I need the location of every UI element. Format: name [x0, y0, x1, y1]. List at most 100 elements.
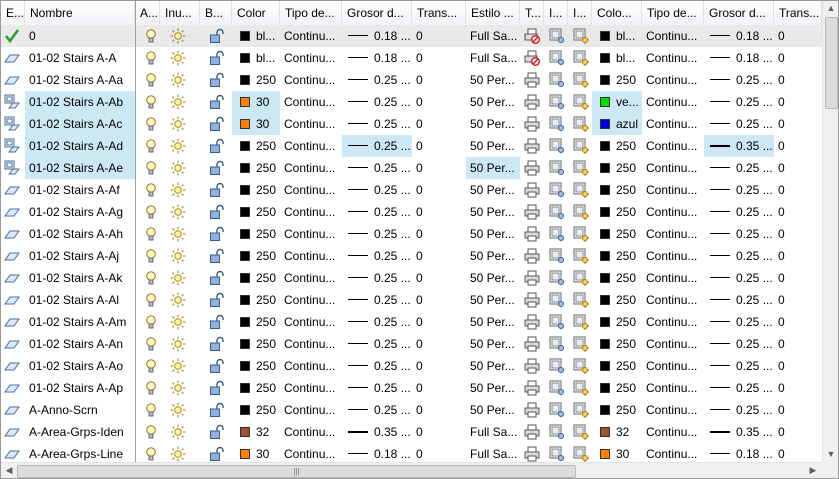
transparency-cell[interactable]: 0 [412, 377, 466, 399]
vp-color-cell[interactable]: 250 [592, 223, 642, 245]
vp-linetype-cell[interactable]: Continu... [642, 179, 704, 201]
plot-style-cell[interactable]: Full Sa... [466, 443, 520, 462]
vp-color-cell[interactable]: 250 [592, 399, 642, 421]
linetype-cell[interactable]: Continu... [280, 377, 342, 399]
toggle-on-off[interactable] [135, 333, 160, 355]
scroll-down-arrow-icon[interactable]: ▼ [823, 449, 838, 459]
vp-color-cell[interactable]: 250 [592, 135, 642, 157]
toggle-vp-freeze[interactable] [544, 355, 568, 377]
column-header-inutilizar[interactable]: Inu... [160, 1, 200, 25]
lineweight-cell[interactable]: 0.35 ... [342, 421, 412, 443]
column-header-color[interactable]: Color [232, 1, 280, 25]
column-header-vptrans[interactable]: Trans... [774, 1, 822, 25]
color-cell[interactable]: 250 [232, 157, 280, 179]
toggle-lock[interactable] [200, 135, 232, 157]
color-cell[interactable]: 250 [232, 355, 280, 377]
vp-linetype-cell[interactable]: Continu... [642, 47, 704, 69]
toggle-lock[interactable] [200, 69, 232, 91]
toggle-vp-freeze[interactable] [544, 69, 568, 91]
toggle-freeze[interactable] [160, 157, 200, 179]
toggle-vp-freeze[interactable] [544, 47, 568, 69]
vp-transparency-cell[interactable]: 0 [774, 333, 822, 355]
color-cell[interactable]: 250 [232, 267, 280, 289]
layer-row[interactable]: 01-02 Stairs A-Ah 250 Continu... 0.25 ... 0 5… [1, 223, 822, 245]
linetype-cell[interactable]: Continu... [280, 443, 342, 462]
vp-color-cell[interactable]: 250 [592, 333, 642, 355]
toggle-plot[interactable] [520, 421, 544, 443]
color-cell[interactable]: 30 [232, 443, 280, 462]
status-cell[interactable] [1, 47, 25, 69]
lineweight-cell[interactable]: 0.25 ... [342, 245, 412, 267]
status-cell[interactable] [1, 157, 25, 179]
plot-style-cell[interactable]: 50 Per... [466, 135, 520, 157]
lineweight-cell[interactable]: 0.18 ... [342, 25, 412, 47]
layer-row[interactable]: A-Anno-Scrn 250 Continu... 0.25 ... 0 50 Per.… [1, 399, 822, 421]
layer-name[interactable]: A-Area-Grps-Line [25, 443, 135, 462]
status-cell[interactable] [1, 267, 25, 289]
toggle-freeze[interactable] [160, 267, 200, 289]
column-header-i1[interactable]: I... [544, 1, 568, 25]
toggle-new-vp-freeze[interactable] [568, 91, 592, 113]
vp-linetype-cell[interactable]: Continu... [642, 135, 704, 157]
toggle-freeze[interactable] [160, 91, 200, 113]
vp-color-cell[interactable]: 250 [592, 179, 642, 201]
vp-lineweight-cell[interactable]: 0.18 ... [704, 443, 774, 462]
vp-linetype-cell[interactable]: Continu... [642, 201, 704, 223]
toggle-on-off[interactable] [135, 47, 160, 69]
transparency-cell[interactable]: 0 [412, 223, 466, 245]
layer-row[interactable]: A-Area-Grps-Line 30 Continu... 0.18 ... 0 Ful… [1, 443, 822, 462]
column-header-tipo[interactable]: Tipo de... [280, 1, 342, 25]
linetype-cell[interactable]: Continu... [280, 399, 342, 421]
toggle-on-off[interactable] [135, 443, 160, 462]
vp-lineweight-cell[interactable]: 0.35 ... [704, 135, 774, 157]
toggle-lock[interactable] [200, 245, 232, 267]
transparency-cell[interactable]: 0 [412, 25, 466, 47]
toggle-lock[interactable] [200, 355, 232, 377]
lineweight-cell[interactable]: 0.18 ... [342, 443, 412, 462]
toggle-plot[interactable] [520, 443, 544, 462]
toggle-plot[interactable] [520, 179, 544, 201]
toggle-on-off[interactable] [135, 267, 160, 289]
vp-color-cell[interactable]: 250 [592, 201, 642, 223]
toggle-new-vp-freeze[interactable] [568, 157, 592, 179]
column-header-grosor[interactable]: Grosor d... [342, 1, 412, 25]
lineweight-cell[interactable]: 0.25 ... [342, 157, 412, 179]
linetype-cell[interactable]: Continu... [280, 113, 342, 135]
toggle-freeze[interactable] [160, 201, 200, 223]
plot-style-cell[interactable]: 50 Per... [466, 355, 520, 377]
vp-lineweight-cell[interactable]: 0.25 ... [704, 377, 774, 399]
layer-row[interactable]: 01-02 Stairs A-Ab 30 Continu... 0.25 ... 0 50… [1, 91, 822, 113]
toggle-new-vp-freeze[interactable] [568, 201, 592, 223]
toggle-new-vp-freeze[interactable] [568, 135, 592, 157]
toggle-lock[interactable] [200, 421, 232, 443]
status-cell[interactable] [1, 135, 25, 157]
layer-name[interactable]: 01-02 Stairs A-A [25, 47, 135, 69]
lineweight-cell[interactable]: 0.25 ... [342, 91, 412, 113]
vertical-scrollbar[interactable]: ▲ ▼ [822, 1, 838, 462]
toggle-lock[interactable] [200, 267, 232, 289]
status-cell[interactable] [1, 25, 25, 47]
column-header-bloquear[interactable]: B... [200, 1, 232, 25]
layer-name[interactable]: 01-02 Stairs A-Ac [25, 113, 135, 135]
lineweight-cell[interactable]: 0.25 ... [342, 267, 412, 289]
toggle-on-off[interactable] [135, 377, 160, 399]
toggle-lock[interactable] [200, 377, 232, 399]
layer-name[interactable]: 01-02 Stairs A-Ao [25, 355, 135, 377]
status-cell[interactable] [1, 245, 25, 267]
layer-row[interactable]: 01-02 Stairs A-Am 250 Continu... 0.25 ... 0 5… [1, 311, 822, 333]
lineweight-cell[interactable]: 0.25 ... [342, 135, 412, 157]
status-cell[interactable] [1, 355, 25, 377]
toggle-vp-freeze[interactable] [544, 113, 568, 135]
vp-linetype-cell[interactable]: Continu... [642, 91, 704, 113]
toggle-plot[interactable] [520, 399, 544, 421]
toggle-lock[interactable] [200, 157, 232, 179]
toggle-lock[interactable] [200, 113, 232, 135]
vp-lineweight-cell[interactable]: 0.25 ... [704, 267, 774, 289]
status-cell[interactable] [1, 179, 25, 201]
vp-color-cell[interactable]: 250 [592, 157, 642, 179]
toggle-lock[interactable] [200, 311, 232, 333]
status-cell[interactable] [1, 421, 25, 443]
vp-color-cell[interactable]: bl... [592, 47, 642, 69]
toggle-new-vp-freeze[interactable] [568, 245, 592, 267]
toggle-vp-freeze[interactable] [544, 135, 568, 157]
